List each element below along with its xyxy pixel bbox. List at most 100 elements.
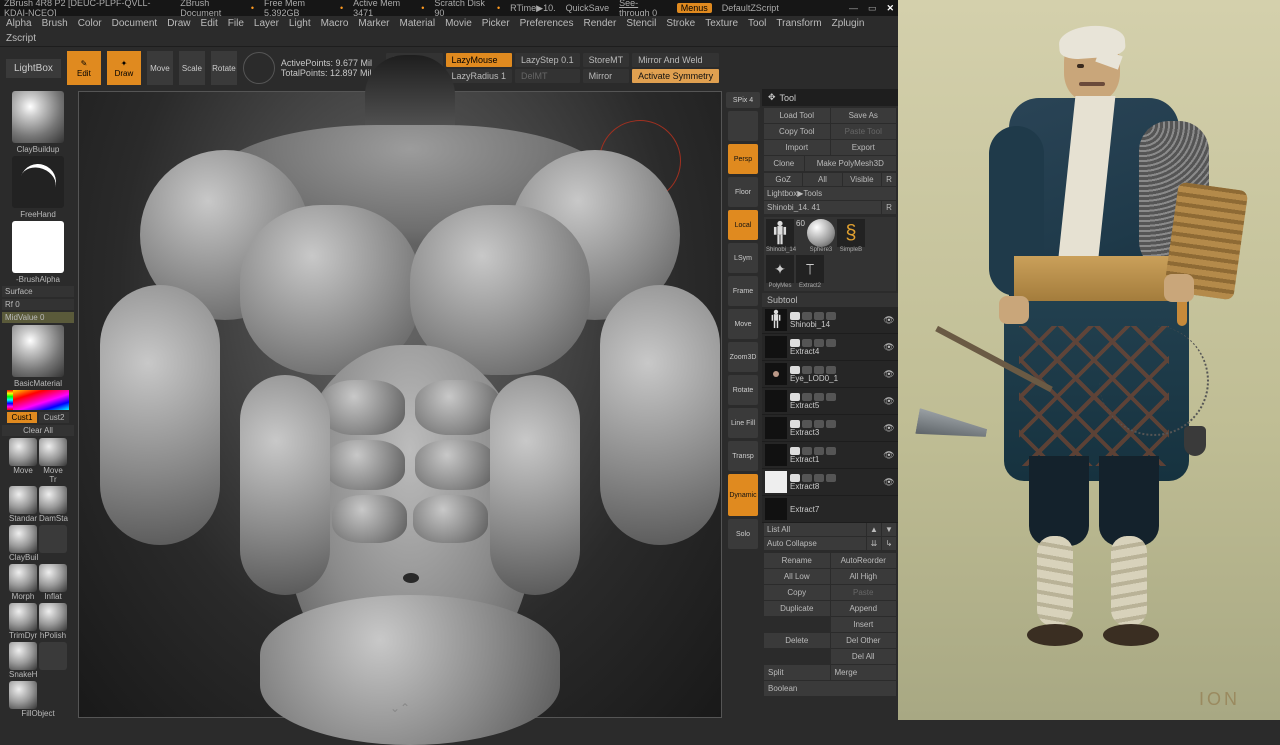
copy-subtool-button[interactable]: Copy	[764, 585, 830, 600]
quick-brush[interactable]: hPolish	[39, 603, 67, 640]
menu-item[interactable]: Zplugin	[832, 18, 865, 29]
menu-item[interactable]: Preferences	[520, 18, 574, 29]
local-button[interactable]: Local	[728, 210, 758, 240]
storemt-button[interactable]: StoreMT	[583, 53, 630, 67]
subtool-item[interactable]: Extract3👁	[762, 415, 898, 442]
boolean-button[interactable]: Boolean	[764, 681, 896, 696]
insert-button[interactable]: Insert	[831, 617, 897, 632]
subtool-header[interactable]: Subtool	[762, 293, 898, 307]
subtool-item[interactable]: Extract1👁	[762, 442, 898, 469]
quick-brush[interactable]: Morph	[9, 564, 37, 601]
mirror-button[interactable]: Mirror	[583, 69, 630, 83]
visibility-icon[interactable]: 👁	[883, 342, 895, 353]
cust1-button[interactable]: Cust1	[7, 412, 37, 423]
collapse-icon[interactable]: ⇊	[867, 537, 881, 550]
floor-button[interactable]: Floor	[728, 177, 758, 207]
menu-item[interactable]: Macro	[321, 18, 349, 29]
expand-arrow-icon[interactable]: ⌄⌃	[390, 701, 410, 715]
quick-brush[interactable]: FillObject	[9, 681, 67, 718]
menu-item[interactable]: Draw	[167, 18, 190, 29]
alpha-selector[interactable]: -BrushAlpha	[5, 221, 71, 284]
copy-tool-button[interactable]: Copy Tool	[764, 124, 830, 139]
tool-thumb[interactable]: ✦	[766, 255, 794, 283]
up-icon[interactable]: ▲	[867, 523, 881, 536]
subtool-item[interactable]: Eye_LOD0_1👁	[762, 361, 898, 388]
close-icon[interactable]: ✕	[886, 3, 894, 14]
move-nav-button[interactable]: Move	[728, 309, 758, 339]
frame-button[interactable]: Frame	[728, 276, 758, 306]
autoreorder-button[interactable]: AutoReorder	[831, 553, 897, 568]
duplicate-button[interactable]: Duplicate	[764, 601, 830, 616]
quick-brush[interactable]: Inflat	[39, 564, 67, 601]
tool-thumb[interactable]: §	[837, 219, 865, 247]
goz-r[interactable]: R	[882, 173, 896, 186]
load-tool-button[interactable]: Load Tool	[764, 108, 830, 123]
menu-item[interactable]: Material	[400, 18, 436, 29]
lightbox-button[interactable]: LightBox	[6, 59, 61, 78]
edit-mode[interactable]: ✎Edit	[67, 51, 101, 85]
visibility-icon[interactable]: 👁	[883, 396, 895, 407]
menu-item[interactable]: Color	[78, 18, 102, 29]
lazymouse-toggle[interactable]: LazyMouse	[446, 53, 513, 67]
maximize-icon[interactable]: ▭	[868, 3, 877, 14]
menu-item[interactable]: Tool	[748, 18, 766, 29]
stroke-selector[interactable]: FreeHand	[5, 156, 71, 219]
quick-brush[interactable]	[39, 642, 67, 679]
subtool-item[interactable]: Extract4👁	[762, 334, 898, 361]
color-picker[interactable]	[7, 390, 69, 410]
tool-thumb[interactable]	[807, 219, 835, 247]
lsym-button[interactable]: LSym	[728, 243, 758, 273]
quick-brush[interactable]: DamSta	[39, 486, 67, 523]
current-tool[interactable]: Shinobi_14. 41	[764, 201, 881, 214]
paste-tool-button[interactable]: Paste Tool	[831, 124, 897, 139]
zoom3d-button[interactable]: Zoom3D	[728, 342, 758, 372]
quicksave[interactable]: QuickSave	[566, 3, 610, 13]
paste-subtool-button[interactable]: Paste	[831, 585, 897, 600]
solo-button[interactable]: Solo	[728, 519, 758, 549]
viewport[interactable]: ⌄⌃	[78, 91, 722, 718]
menu-item[interactable]: Stencil	[626, 18, 656, 29]
del-all-button[interactable]: Del All	[831, 649, 897, 664]
spix-slider[interactable]: SPix 4	[726, 92, 760, 108]
visibility-icon[interactable]: 👁	[883, 315, 895, 326]
subtool-item[interactable]: Extract7	[762, 496, 898, 523]
menu-item[interactable]: Movie	[445, 18, 472, 29]
menu-item[interactable]: Alpha	[6, 18, 32, 29]
import-button[interactable]: Import	[764, 140, 830, 155]
merge-button[interactable]: Merge	[831, 665, 897, 680]
draw-mode[interactable]: ✦Draw	[107, 51, 141, 85]
move-button[interactable]: Move	[147, 51, 173, 85]
rename-button[interactable]: Rename	[764, 553, 830, 568]
tool-thumb[interactable]: ⟙	[796, 255, 824, 283]
menu-item[interactable]: Layer	[254, 18, 279, 29]
minimize-icon[interactable]: —	[849, 3, 858, 13]
quick-brush[interactable]: ClayBuil	[9, 525, 37, 562]
menu-item[interactable]: Render	[584, 18, 617, 29]
auto-collapse-button[interactable]: Auto Collapse	[764, 537, 866, 550]
lightbox-tools[interactable]: Lightbox▶Tools	[764, 187, 896, 200]
lazystep[interactable]: LazyStep 0.1	[515, 53, 580, 67]
cust2-button[interactable]: Cust2	[39, 412, 69, 423]
menu-item[interactable]: Transform	[776, 18, 821, 29]
dynamic-button[interactable]: Dynamic	[728, 474, 758, 516]
menu-item[interactable]: Texture	[705, 18, 738, 29]
menu-item[interactable]: File	[228, 18, 244, 29]
midvalue-slider[interactable]: MidValue 0	[2, 312, 74, 323]
menu-item[interactable]: Zscript	[6, 33, 36, 44]
delete-button[interactable]: Delete	[764, 633, 830, 648]
menu-item[interactable]: Edit	[201, 18, 218, 29]
rotate-nav-button[interactable]: Rotate	[728, 375, 758, 405]
del-other-button[interactable]: Del Other	[831, 633, 897, 648]
menu-item[interactable]: Picker	[482, 18, 510, 29]
polymesh3d-button[interactable]: Make PolyMesh3D	[805, 156, 896, 171]
mirror-weld-button[interactable]: Mirror And Weld	[632, 53, 719, 67]
goz-all[interactable]: All	[803, 173, 841, 186]
split-button[interactable]: Split	[764, 665, 830, 680]
menu-item[interactable]: Document	[112, 18, 158, 29]
clear-all-button[interactable]: Clear All	[2, 425, 74, 436]
down-icon[interactable]: ▼	[882, 523, 896, 536]
menu-item[interactable]: Light	[289, 18, 311, 29]
delmt-button[interactable]: DelMT	[515, 69, 580, 83]
subtool-item[interactable]: Extract8👁	[762, 469, 898, 496]
tool-title[interactable]: ✥ Tool	[762, 89, 898, 106]
